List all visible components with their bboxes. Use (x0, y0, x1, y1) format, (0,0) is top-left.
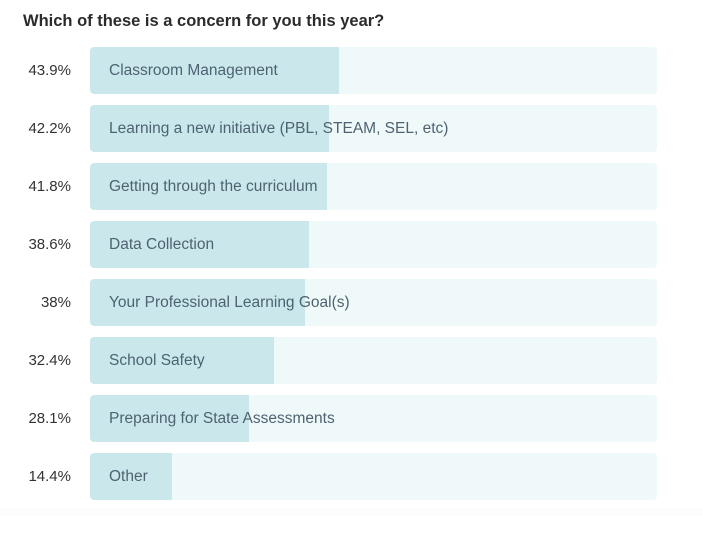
chart-title: Which of these is a concern for you this… (23, 12, 385, 30)
bar-track: Classroom Management (90, 47, 657, 94)
bar-track: Other (90, 453, 657, 500)
bar-track: Getting through the curriculum (90, 163, 657, 210)
bar-row: 42.2% Learning a new initiative (PBL, STE… (0, 105, 703, 152)
category-label: Other (109, 468, 148, 485)
value-label: 38.6% (28, 236, 71, 253)
value-label: 38% (40, 294, 71, 311)
value-label: 42.2% (28, 120, 71, 137)
bar-row: 41.8% Getting through the curriculum (0, 163, 703, 210)
bar-row: 28.1% Preparing for State Assessments (0, 395, 703, 442)
bar-row: 38% Your Professional Learning Goal(s) (0, 279, 703, 326)
value-label: 41.8% (28, 178, 71, 195)
value-label: 28.1% (28, 410, 71, 427)
bar-row: 43.9% Classroom Management (0, 47, 703, 94)
footer-divider (0, 508, 703, 516)
category-label: Your Professional Learning Goal(s) (109, 294, 350, 311)
bar-row: 38.6% Data Collection (0, 221, 703, 268)
value-label: 43.9% (28, 62, 71, 79)
bar-track: Your Professional Learning Goal(s) (90, 279, 657, 326)
bar-track: Preparing for State Assessments (90, 395, 657, 442)
category-label: Preparing for State Assessments (109, 410, 335, 427)
category-label: Learning a new initiative (PBL, STEAM, S… (109, 120, 449, 137)
bar-track: Data Collection (90, 221, 657, 268)
value-label: 32.4% (28, 352, 71, 369)
bar-track: Learning a new initiative (PBL, STEAM, S… (90, 105, 657, 152)
category-label: Classroom Management (109, 62, 278, 79)
bar-row: 32.4% School Safety (0, 337, 703, 384)
category-label: School Safety (109, 352, 205, 369)
category-label: Data Collection (109, 236, 215, 253)
bar-row: 14.4% Other (0, 453, 703, 500)
bar-track: School Safety (90, 337, 657, 384)
category-label: Getting through the curriculum (109, 178, 318, 195)
value-label: 14.4% (28, 468, 71, 485)
